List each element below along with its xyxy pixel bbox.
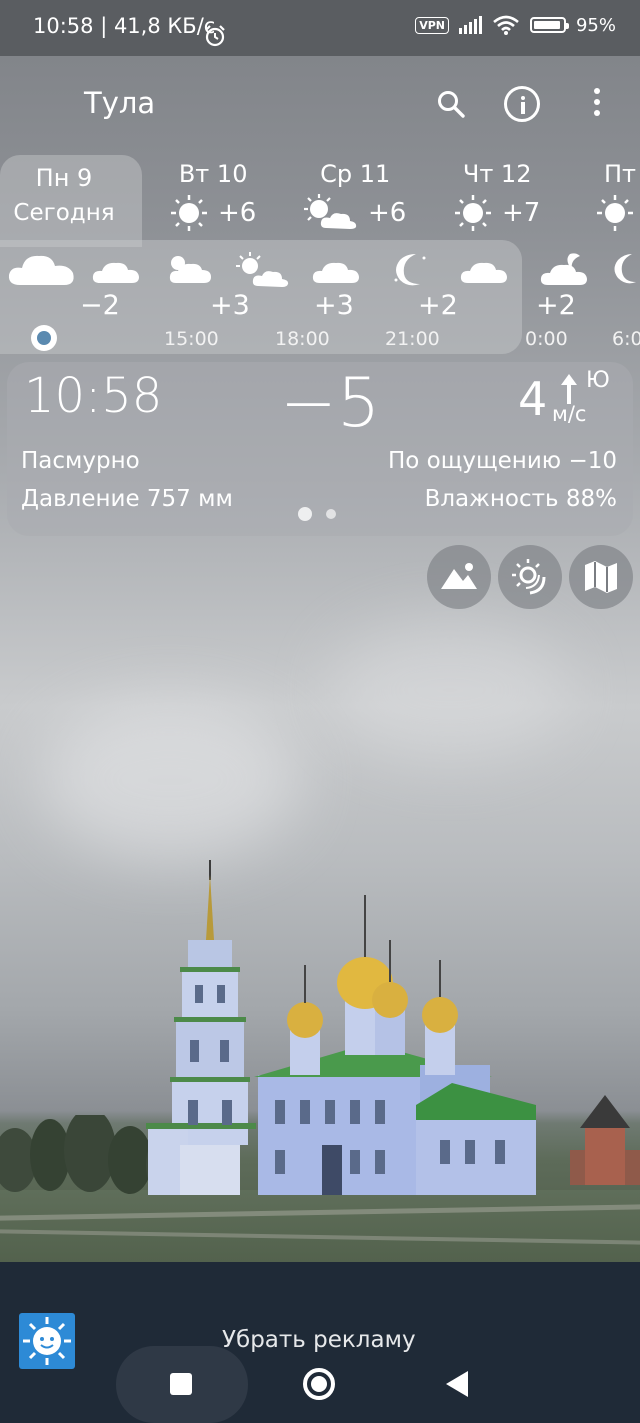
day-temp: +6 — [218, 198, 257, 228]
cloud-highlight — [330, 620, 570, 760]
back-button[interactable] — [446, 1371, 468, 1397]
info-icon[interactable] — [504, 86, 540, 122]
feels-like-text: По ощущению −10 — [387, 448, 617, 474]
wind-direction: Ю — [586, 368, 610, 393]
day-item[interactable]: Чт 12 +7 — [454, 160, 540, 232]
recents-button[interactable] — [170, 1373, 192, 1395]
cloud-icon — [312, 262, 359, 283]
pressure-text: Давление 757 мм — [21, 486, 233, 512]
status-bar: 10:58 | 41,8 КБ/с VPN 95% — [0, 0, 640, 56]
cathedral-image — [146, 860, 536, 1195]
map-icon — [585, 561, 617, 593]
alarm-icon — [205, 25, 225, 47]
sun-cloud-icon — [169, 256, 211, 283]
home-button[interactable] — [303, 1368, 335, 1400]
signal-icon — [458, 16, 482, 34]
lawn — [0, 1190, 640, 1262]
page-indicator — [298, 507, 336, 521]
cloud-icon — [460, 262, 507, 283]
search-icon[interactable] — [436, 89, 466, 119]
cloud-icon — [8, 255, 74, 285]
hour-time: 18:00 — [275, 328, 330, 350]
hour-temp: +2 — [536, 290, 576, 321]
day-sub: Сегодня — [13, 200, 115, 226]
app-logo-icon — [19, 1313, 75, 1369]
day-item[interactable]: Вт 10 +6 — [170, 160, 256, 232]
hour-time: 15:00 — [164, 328, 219, 350]
day-temp: +6 — [368, 198, 407, 228]
day-item[interactable]: Ср 11 +6 — [304, 160, 406, 232]
sun-cloud-icon — [304, 194, 357, 229]
sun-cloud-icon — [236, 252, 289, 287]
wind-direction-icon — [561, 374, 577, 404]
current-time: 10:58 — [24, 368, 163, 424]
landscape-button[interactable] — [427, 545, 491, 609]
vpn-icon: VPN — [415, 16, 449, 34]
hour-time: 0:00 — [525, 328, 568, 350]
day-name: Ср 11 — [320, 160, 391, 188]
remove-ads-link[interactable]: Убрать рекламу — [222, 1327, 416, 1353]
hour-temp: +2 — [418, 290, 458, 321]
more-vert-icon[interactable] — [590, 88, 604, 122]
sun-icon — [455, 195, 491, 231]
current-temperature: −5 — [280, 364, 381, 443]
status-time: 10:58 | 41,8 КБ/с — [33, 14, 216, 38]
sun-moon-button[interactable] — [498, 545, 562, 609]
map-button[interactable] — [569, 545, 633, 609]
moon-icon — [614, 254, 636, 284]
humidity-text: Влажность 88% — [424, 486, 617, 512]
current-hour-indicator — [31, 325, 57, 351]
condition-text: Пасмурно — [21, 448, 140, 474]
day-item-today[interactable]: Пн 9 Сегодня — [0, 160, 128, 226]
day-item[interactable]: Пт — [596, 160, 640, 232]
moon-icon — [394, 254, 426, 286]
sun-moon-icon — [512, 559, 546, 595]
status-right: VPN 95% — [415, 14, 616, 36]
hour-temp: +3 — [314, 290, 354, 321]
battery-percent: 95% — [575, 14, 616, 36]
cloud-highlight — [40, 700, 300, 860]
wifi-icon — [493, 15, 519, 35]
sun-icon — [597, 195, 633, 231]
day-name: Вт 10 — [178, 160, 248, 188]
landscape-icon — [441, 563, 477, 589]
hour-time: 6:0 — [612, 328, 640, 350]
day-name: Пт — [604, 160, 637, 188]
day-name: Пн 9 — [35, 164, 93, 192]
battery-icon — [529, 17, 569, 33]
hour-temp: +3 — [210, 290, 250, 321]
kremlin-tower-image — [570, 1095, 640, 1185]
wind-unit: м/с — [552, 402, 587, 426]
city-title[interactable]: Тула — [84, 86, 155, 120]
cloud-icon — [92, 262, 139, 283]
sun-icon — [171, 195, 207, 231]
day-temp: +7 — [502, 198, 541, 228]
moon-cloud-icon — [540, 253, 587, 285]
hour-time: 21:00 — [385, 328, 440, 350]
wind-speed: 4 — [518, 372, 548, 426]
day-name: Чт 12 — [462, 160, 532, 188]
hour-temp: −2 — [80, 290, 120, 321]
